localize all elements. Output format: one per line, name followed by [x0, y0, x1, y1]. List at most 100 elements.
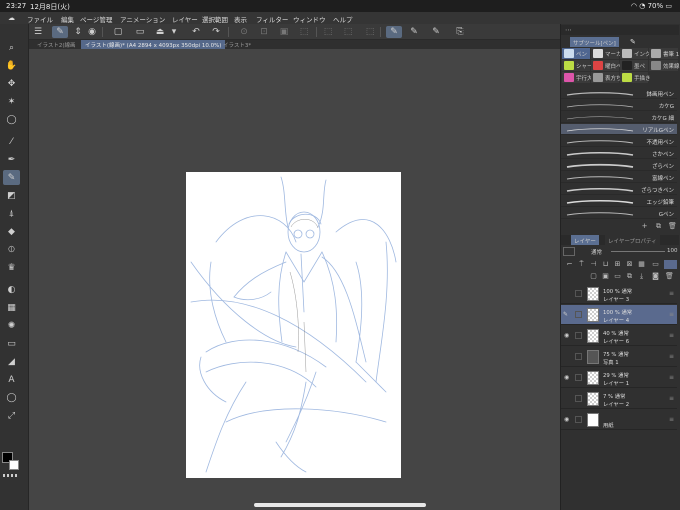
decoration-icon[interactable]: ♛ — [3, 260, 20, 275]
correct-line-icon[interactable]: ⤢ — [3, 408, 20, 423]
hand-icon[interactable]: ✋ — [3, 58, 20, 73]
brush-tab-effect-line[interactable]: 効果線 — [649, 60, 680, 71]
drag-handle-icon[interactable]: ≡ — [669, 395, 674, 402]
lock-alpha-icon[interactable]: ⊞ — [613, 260, 622, 269]
menu-file[interactable]: ファイル — [27, 14, 53, 24]
delete-brush-icon[interactable]: 🗑 — [668, 222, 677, 231]
draft-icon[interactable]: ⊣ — [589, 260, 598, 269]
panel-mode-icon[interactable] — [664, 260, 677, 269]
layer-row[interactable]: 7 % 通常 レイヤー 2 ≡ — [561, 389, 677, 409]
eyedropper-icon[interactable]: ⁄ — [3, 134, 20, 149]
tab-illust-active[interactable]: イラスト(線画)* (A4 2894 x 4093px 350dpi 10.0%… — [81, 40, 226, 49]
brush-tab-white[interactable]: 曜白ペ — [591, 60, 622, 71]
layer-row[interactable]: ◉ 29 % 通常 レイヤー 1 ≡ — [561, 368, 677, 388]
tab-illust3[interactable]: イラスト3* — [219, 40, 255, 49]
layer-color-icon[interactable] — [563, 247, 575, 256]
lasso-icon[interactable]: ◯ — [3, 112, 20, 127]
brush-tab-marker[interactable]: マーカ — [591, 48, 622, 59]
layer-row[interactable]: ◉ 40 % 通常 レイヤー 6 ≡ — [561, 326, 677, 346]
brush-tab-handwrite[interactable]: 手描き — [620, 72, 651, 83]
layer-lock-checkbox[interactable] — [575, 374, 582, 381]
eye-icon[interactable]: ◉ — [564, 332, 569, 339]
mask-icon[interactable]: ⊠ — [625, 260, 634, 269]
eye-icon[interactable]: ◉ — [564, 416, 569, 423]
pencil-icon[interactable]: ✎ — [3, 170, 20, 185]
brush-tab-text[interactable]: 宇行大 — [562, 72, 593, 83]
ruler-icon[interactable]: ◢ — [3, 354, 20, 369]
deselect-icon[interactable]: ⬚ — [320, 26, 336, 38]
fill-bucket-icon[interactable]: ◆ — [3, 224, 20, 239]
app-logo-icon[interactable]: ☁ — [8, 14, 15, 22]
move-icon[interactable]: ✥ — [3, 76, 20, 91]
layer-lock-checkbox[interactable] — [575, 332, 582, 339]
lock-icon[interactable]: ⊔ — [601, 260, 610, 269]
snap-special-ruler-icon[interactable]: ✎ — [428, 26, 444, 38]
new-vector-layer-icon[interactable]: ▣ — [601, 272, 610, 281]
pen-icon[interactable]: ✒ — [3, 152, 20, 167]
home-indicator[interactable] — [254, 503, 426, 507]
invert-selection-icon[interactable]: ⬚ — [340, 26, 356, 38]
auto-select-icon[interactable]: ✶ — [3, 94, 20, 109]
layer-row[interactable]: ◉ 用紙 ≡ — [561, 410, 677, 430]
tab-layer[interactable]: レイヤー — [571, 235, 599, 245]
frame-icon[interactable]: ▭ — [3, 336, 20, 351]
drag-handle-icon[interactable]: ≡ — [669, 311, 674, 318]
gradient-icon[interactable]: ▦ — [3, 300, 20, 315]
canvas-paper[interactable] — [186, 172, 401, 478]
brush-tab-ink-pen[interactable]: 墨ペ — [620, 60, 648, 71]
brush-item[interactable]: エッジ鉛筆 — [561, 196, 677, 207]
color-icon[interactable]: ▦ — [637, 260, 646, 269]
menu-page[interactable]: ページ管理 — [80, 14, 112, 24]
tab-layer-property[interactable]: レイヤープロパティ — [605, 235, 660, 245]
collapse-icon[interactable]: ⋯ — [565, 26, 572, 34]
eye-icon[interactable]: ◉ — [564, 374, 569, 381]
figure-icon[interactable]: ✺ — [3, 318, 20, 333]
blend-mode-select[interactable]: 通常 — [591, 248, 602, 256]
clip-icon[interactable]: ⌐ — [565, 260, 574, 269]
brush-item[interactable]: Gペン — [561, 208, 677, 219]
brush-tab-pen[interactable]: ペン — [562, 48, 590, 59]
brush-tab-calligraphy[interactable]: 書筆 1 — [649, 48, 679, 59]
menu-filter[interactable]: フィルター — [256, 14, 288, 24]
brush-item[interactable]: ざらペン — [561, 160, 677, 171]
merge-down-icon[interactable]: ⧉ — [625, 272, 634, 281]
new-folder-icon[interactable]: ▭ — [613, 272, 622, 281]
menu-layer[interactable]: レイヤー — [172, 14, 198, 24]
menu-animation[interactable]: アニメーション — [120, 14, 165, 24]
drag-handle-icon[interactable]: ≡ — [669, 374, 674, 381]
brush-item[interactable]: カケG — [561, 100, 677, 111]
snap-ruler-icon[interactable]: ✎ — [406, 26, 422, 38]
opacity-value[interactable]: 100 — [667, 248, 678, 254]
pencil-tab-icon[interactable]: ✎ — [630, 38, 636, 46]
brush-item[interactable]: 不透用ペン — [561, 136, 677, 147]
layer-row[interactable]: 75 % 通常 写真 1 ≡ — [561, 347, 677, 367]
tab-illust2[interactable]: イラスト2(線画 — [33, 40, 80, 49]
drag-handle-icon[interactable]: ≡ — [669, 353, 674, 360]
menu-window[interactable]: ウィンドウ — [293, 14, 326, 24]
layer-lock-checkbox[interactable] — [575, 395, 582, 402]
brush-tab-ink[interactable]: インク — [620, 48, 651, 59]
new-raster-layer-icon[interactable]: ▢ — [589, 272, 598, 281]
layer-settings-icon[interactable]: ◉ — [84, 26, 100, 38]
drag-handle-icon[interactable]: ≡ — [669, 290, 674, 297]
display-icon[interactable]: ▭ — [651, 260, 660, 269]
brush-item-selected[interactable]: リアルGペン — [561, 124, 677, 135]
airbrush-icon[interactable]: ⦶ — [3, 242, 20, 257]
crop-icon[interactable]: ⬚ — [362, 26, 378, 38]
layer-lock-checkbox[interactable] — [575, 416, 582, 423]
brush-tab-table[interactable]: 表方ち — [591, 72, 622, 83]
add-brush-icon[interactable]: + — [640, 222, 649, 231]
brush-item[interactable]: 富線ペン — [561, 172, 677, 183]
opacity-slider[interactable] — [611, 251, 665, 252]
new-file-icon[interactable]: ▢ — [110, 26, 126, 38]
pen-tool-icon[interactable]: ✎ — [52, 26, 68, 38]
fill-icon[interactable]: ▣ — [276, 26, 292, 38]
copy-brush-icon[interactable]: ⧉ — [654, 222, 663, 231]
zoom-icon[interactable]: ⌕ — [3, 40, 20, 55]
transfer-icon[interactable]: ⤓ — [637, 272, 646, 281]
brush-item[interactable]: さかペン — [561, 148, 677, 159]
drag-handle-icon[interactable]: ≡ — [669, 332, 674, 339]
open-folder-icon[interactable]: ▭ — [132, 26, 148, 38]
menu-selection[interactable]: 選択範囲 — [202, 14, 228, 24]
transparent-color-icon[interactable] — [3, 474, 19, 477]
